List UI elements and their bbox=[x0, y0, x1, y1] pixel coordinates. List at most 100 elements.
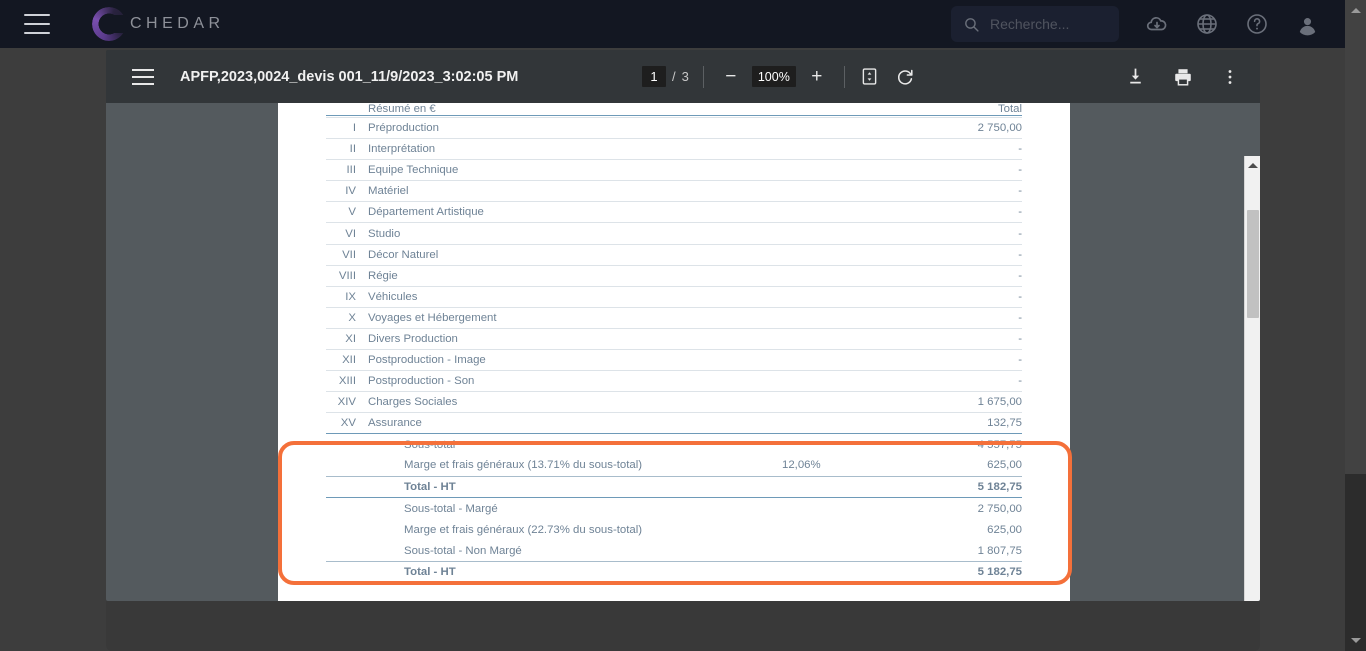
row-value: - bbox=[902, 159, 1022, 181]
summary-mid bbox=[782, 560, 902, 583]
pdf-actions bbox=[1125, 50, 1240, 103]
row-value: - bbox=[902, 327, 1022, 350]
summary-table: Résumé en € Total I Préproduction 2 750,00… bbox=[326, 103, 1022, 584]
summary-total-row: Total - HT 5 182,75 bbox=[326, 475, 1022, 498]
cloud-download-icon[interactable] bbox=[1145, 12, 1169, 36]
zoom-in-button[interactable]: + bbox=[804, 64, 830, 90]
row-label: Département Artistique bbox=[362, 201, 782, 223]
summary-row: Marge et frais généraux (22.73% du sous-… bbox=[326, 519, 1022, 540]
table-row: IX Véhicules - bbox=[326, 285, 1022, 308]
row-value: - bbox=[902, 243, 1022, 266]
row-mid bbox=[782, 138, 902, 160]
row-numeral: XII bbox=[326, 349, 362, 371]
summary-mid bbox=[782, 433, 902, 455]
summary-row: Sous-total - Margé 2 750,00 bbox=[326, 498, 1022, 519]
summary-value: 2 750,00 bbox=[977, 502, 1022, 515]
row-label: Décor Naturel bbox=[362, 243, 782, 266]
rotate-icon[interactable] bbox=[894, 66, 916, 88]
row-mid bbox=[782, 243, 902, 266]
table-row: VIII Régie - bbox=[326, 264, 1022, 287]
row-numeral: XI bbox=[326, 327, 362, 350]
row-value: 132,75 bbox=[902, 412, 1022, 434]
summary-value: 5 182,75 bbox=[902, 560, 1022, 583]
zoom-level[interactable]: 100% bbox=[751, 66, 796, 87]
summary-value: 5 182,75 bbox=[902, 475, 1022, 498]
row-label: Préproduction bbox=[362, 116, 782, 139]
summary-label: Sous-total - Margé bbox=[404, 502, 498, 515]
table-row: XIII Postproduction - Son - bbox=[326, 370, 1022, 392]
summary-value: 625,00 bbox=[987, 459, 1022, 472]
table-row: V Département Artistique - bbox=[326, 201, 1022, 223]
page-scroll-down-icon[interactable] bbox=[1345, 630, 1366, 651]
table-row: X Voyages et Hébergement - bbox=[326, 306, 1022, 329]
summary-total-row: Total - HT 5 182,75 bbox=[326, 560, 1022, 583]
table-row: XII Postproduction - Image - bbox=[326, 349, 1022, 371]
row-mid bbox=[782, 306, 902, 329]
more-options-icon[interactable] bbox=[1220, 67, 1240, 87]
row-numeral: XIV bbox=[326, 391, 362, 413]
row-mid bbox=[782, 180, 902, 202]
sidebar-toggle-icon[interactable] bbox=[132, 68, 154, 85]
pdf-viewer: APFP,2023,0024_devis 001_11/9/2023_3:02:… bbox=[106, 50, 1260, 601]
table-row: XV Assurance 132,75 bbox=[326, 412, 1022, 434]
document-canvas[interactable]: Résumé en € Total I Préproduction 2 750,00… bbox=[106, 103, 1260, 601]
row-value: - bbox=[902, 306, 1022, 329]
table-body: Résumé en € Total bbox=[326, 103, 1022, 118]
globe-icon[interactable] bbox=[1195, 12, 1219, 36]
summary-label: Total - HT bbox=[362, 560, 782, 583]
row-mid bbox=[782, 222, 902, 245]
summary-mid bbox=[782, 519, 902, 540]
summary-row: Sous-total 4 557,75 bbox=[326, 433, 1022, 455]
print-icon[interactable] bbox=[1172, 66, 1194, 88]
page-scroll-up-icon[interactable] bbox=[1345, 0, 1366, 21]
viewer-footer-strip bbox=[106, 601, 1260, 651]
row-numeral: III bbox=[326, 159, 362, 181]
summary-bottom-rule bbox=[326, 582, 1022, 584]
pdf-toolbar: APFP,2023,0024_devis 001_11/9/2023_3:02:… bbox=[106, 50, 1260, 103]
viewer-scrollbar[interactable] bbox=[1244, 156, 1260, 601]
download-icon[interactable] bbox=[1125, 66, 1146, 87]
brand-logo[interactable]: CHEDAR bbox=[92, 7, 225, 41]
help-icon[interactable] bbox=[1245, 12, 1269, 36]
row-mid bbox=[782, 349, 902, 371]
account-icon[interactable] bbox=[1295, 12, 1320, 37]
summary-label: Marge et frais généraux (22.73% du sous-… bbox=[404, 523, 643, 536]
row-label: Interprétation bbox=[362, 138, 782, 160]
row-label: Régie bbox=[362, 264, 782, 287]
row-numeral: I bbox=[326, 116, 362, 139]
scroll-up-icon[interactable] bbox=[1245, 157, 1260, 173]
search-input[interactable]: Recherche... bbox=[951, 6, 1119, 42]
row-value: - bbox=[902, 222, 1022, 245]
summary-mid bbox=[782, 475, 902, 498]
row-mid bbox=[782, 159, 902, 181]
search-placeholder: Recherche... bbox=[990, 16, 1070, 32]
row-numeral: IV bbox=[326, 180, 362, 202]
document-title: APFP,2023,0024_devis 001_11/9/2023_3:02:… bbox=[180, 68, 519, 85]
chedar-logo-icon bbox=[92, 7, 128, 41]
table-row: III Equipe Technique - bbox=[326, 159, 1022, 181]
row-mid bbox=[782, 391, 902, 413]
page-scrollbar[interactable] bbox=[1345, 0, 1366, 651]
row-numeral: XIII bbox=[326, 370, 362, 392]
page-scrollbar-thumb[interactable] bbox=[1345, 0, 1366, 474]
row-label: Equipe Technique bbox=[362, 159, 782, 181]
table-row: XIV Charges Sociales 1 675,00 bbox=[326, 391, 1022, 413]
summary-mid: 12,06% bbox=[782, 459, 821, 472]
row-mid bbox=[782, 285, 902, 308]
summary-row: Sous-total - Non Margé 1 807,75 bbox=[326, 540, 1022, 561]
row-mid bbox=[782, 370, 902, 392]
row-numeral: V bbox=[326, 201, 362, 223]
row-label: Studio bbox=[362, 222, 782, 245]
row-label: Postproduction - Son bbox=[362, 370, 782, 392]
page-zoom-controls: / 3 − 100% + bbox=[642, 50, 916, 103]
page-number-input[interactable] bbox=[642, 66, 666, 87]
summary-label: Sous-total - Non Margé bbox=[404, 544, 522, 557]
scrollbar-thumb[interactable] bbox=[1247, 210, 1259, 318]
page-content: Résumé en € Total I Préproduction 2 750,00… bbox=[278, 103, 1070, 584]
hamburger-icon[interactable] bbox=[24, 14, 50, 34]
zoom-out-button[interactable]: − bbox=[718, 64, 744, 90]
fit-page-icon[interactable] bbox=[859, 66, 880, 87]
row-mid bbox=[782, 116, 902, 139]
row-value: - bbox=[902, 201, 1022, 223]
row-numeral: XV bbox=[326, 412, 362, 434]
